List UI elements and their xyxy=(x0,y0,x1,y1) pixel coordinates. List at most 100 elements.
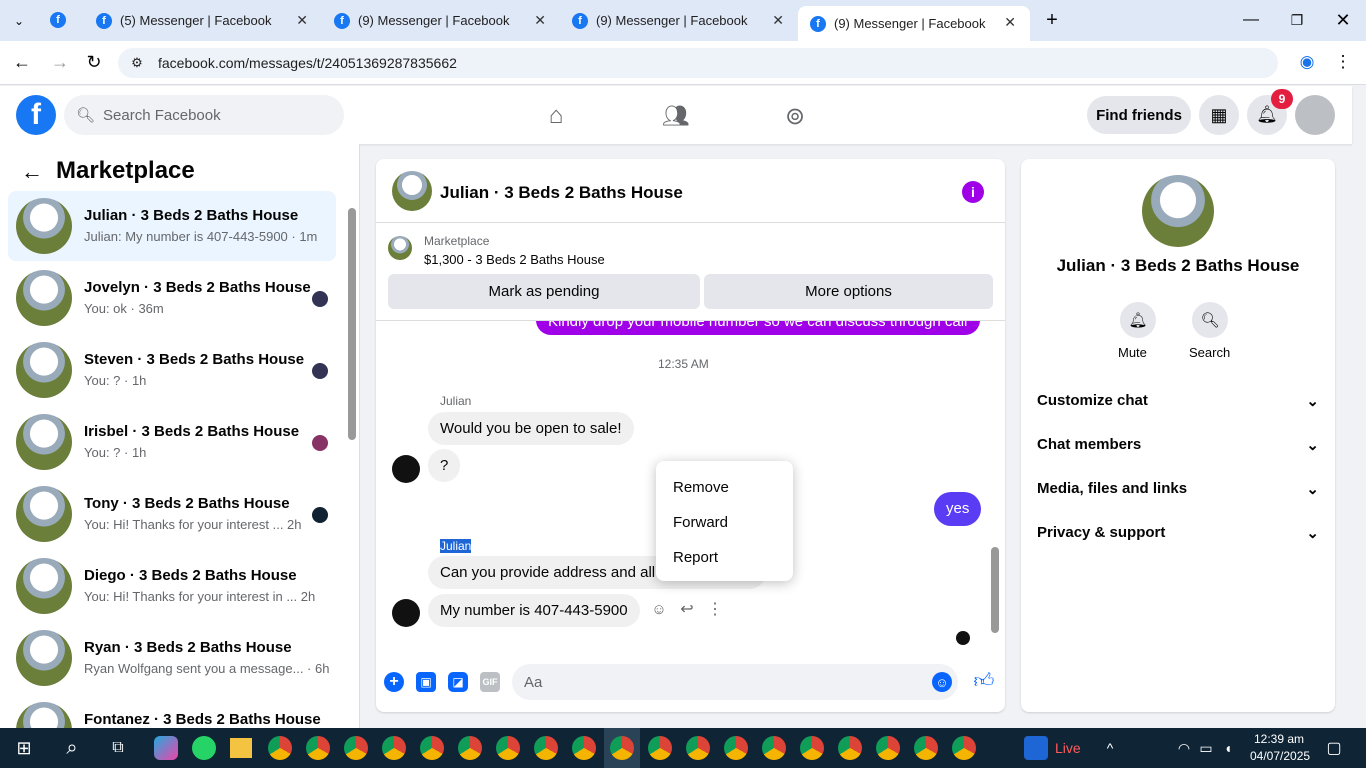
message-composer[interactable]: Aa xyxy=(512,664,958,700)
site-info-icon[interactable]: ⚙ xyxy=(128,54,146,72)
listing-title[interactable]: $1,300 - 3 Beds 2 Baths House xyxy=(424,252,605,267)
back-icon[interactable]: ← xyxy=(10,50,34,74)
close-icon[interactable]: ✕ xyxy=(296,12,308,29)
wifi-icon[interactable]: ◠ xyxy=(1176,738,1192,758)
taskbar-search-icon[interactable]: ⌕ xyxy=(60,736,84,760)
chrome-app-icon[interactable] xyxy=(382,736,406,760)
more-actions-icon[interactable]: ⋮ xyxy=(705,599,725,619)
incoming-message[interactable]: ? xyxy=(428,449,461,482)
search-facebook-input[interactable]: 🔍︎ Search Facebook xyxy=(64,95,344,135)
url-field[interactable]: ⚙ facebook.com/messages/t/240513692878356… xyxy=(118,48,1278,78)
chrome-app-icon[interactable] xyxy=(496,736,520,760)
search-icon[interactable]: 🔍︎ xyxy=(1192,302,1228,338)
facebook-logo[interactable]: f xyxy=(16,95,56,135)
friends-icon[interactable]: 👥︎ xyxy=(660,100,692,132)
chrome-app-icon[interactable] xyxy=(686,736,710,760)
mark-as-pending-button[interactable]: Mark as pending xyxy=(388,274,700,309)
conversation-item[interactable]: Jovelyn · 3 Beds 2 Baths House You: ok · … xyxy=(8,263,336,333)
tab-2[interactable]: f (9) Messenger | Facebook ✕ xyxy=(322,0,560,41)
conversation-item[interactable]: Julian · 3 Beds 2 Baths House Julian: My … xyxy=(8,191,336,261)
chrome-app-icon[interactable] xyxy=(762,736,786,760)
conversation-item[interactable]: Diego · 3 Beds 2 Baths House You: Hi! Tha… xyxy=(8,551,336,621)
chrome-app-icon[interactable] xyxy=(800,736,824,760)
windows-start-icon[interactable]: ⊞ xyxy=(14,738,34,758)
chrome-app-icon[interactable] xyxy=(420,736,444,760)
outgoing-message[interactable]: yes xyxy=(934,492,982,526)
tab-3[interactable]: f (9) Messenger | Facebook ✕ xyxy=(560,0,798,41)
chrome-app-icon[interactable] xyxy=(914,736,938,760)
forward-icon[interactable]: → xyxy=(48,50,72,74)
chrome-app-icon[interactable] xyxy=(572,736,596,760)
conversation-item[interactable]: Steven · 3 Beds 2 Baths House You: ? · 1h xyxy=(8,335,336,405)
minimize-icon[interactable]: — xyxy=(1236,8,1266,32)
file-explorer-icon[interactable] xyxy=(230,738,252,758)
report-menu-item[interactable]: Report xyxy=(673,549,718,566)
chat-title[interactable]: Julian · 3 Beds 2 Baths House xyxy=(440,183,683,203)
like-thumb-icon[interactable]: 👍︎ xyxy=(972,669,996,693)
conversation-item[interactable]: Tony · 3 Beds 2 Baths House You: Hi! Than… xyxy=(8,479,336,549)
battery-icon[interactable]: ▭ xyxy=(1198,738,1214,758)
sidebar-scrollbar[interactable] xyxy=(348,208,356,440)
emoji-icon[interactable]: ☺ xyxy=(932,672,952,692)
privacy-support-section[interactable]: Privacy & support ⌄ xyxy=(1037,524,1319,542)
menu-kebab-icon[interactable]: ⋮ xyxy=(1332,51,1354,73)
tab-1[interactable]: f (5) Messenger | Facebook ✕ xyxy=(84,0,322,41)
add-icon[interactable]: + xyxy=(384,672,404,692)
sticker-icon[interactable]: ◪ xyxy=(448,672,468,692)
chrome-app-icon[interactable] xyxy=(458,736,482,760)
whatsapp-icon[interactable] xyxy=(192,736,216,760)
clock-date[interactable]: 04/07/2025 xyxy=(1250,749,1310,763)
mute-bell-icon[interactable]: 🔔︎ xyxy=(1120,302,1156,338)
groups-icon[interactable]: ⊚ xyxy=(779,100,811,132)
notification-center-icon[interactable]: ▢ xyxy=(1324,738,1344,758)
tab-search-icon[interactable]: ⌄ xyxy=(6,8,32,34)
info-icon[interactable]: i xyxy=(962,181,984,203)
forward-menu-item[interactable]: Forward xyxy=(673,514,728,531)
media-files-section[interactable]: Media, files and links ⌄ xyxy=(1037,480,1319,498)
reply-icon[interactable]: ↩ xyxy=(677,599,697,619)
back-arrow-icon[interactable]: ← xyxy=(18,158,46,186)
chrome-app-icon[interactable] xyxy=(268,736,292,760)
profile-icon[interactable]: ◉ xyxy=(1296,51,1318,73)
live-label[interactable]: Live xyxy=(1055,740,1081,756)
copilot-icon[interactable] xyxy=(154,736,178,760)
chrome-app-icon[interactable] xyxy=(306,736,330,760)
chrome-app-icon[interactable] xyxy=(838,736,862,760)
chat-scrollbar[interactable] xyxy=(991,547,999,633)
conversation-item[interactable]: Ryan · 3 Beds 2 Baths House Ryan Wolfgang… xyxy=(8,623,336,693)
conversation-item[interactable]: Fontanez · 3 Beds 2 Baths House xyxy=(8,695,336,728)
close-icon[interactable]: ✕ xyxy=(1004,14,1016,31)
chrome-app-icon[interactable] xyxy=(876,736,900,760)
chrome-app-icon[interactable] xyxy=(610,736,634,760)
live-weather-icon[interactable] xyxy=(1024,736,1048,760)
react-emoji-icon[interactable]: ☺ xyxy=(649,599,669,619)
gif-icon[interactable]: GIF xyxy=(480,672,500,692)
conversation-item[interactable]: Irisbel · 3 Beds 2 Baths House You: ? · 1… xyxy=(8,407,336,477)
outgoing-message[interactable]: Kindly drop your mobile number so we can… xyxy=(536,321,980,335)
profile-avatar[interactable] xyxy=(1142,175,1214,247)
incoming-message[interactable]: Would you be open to sale! xyxy=(428,412,634,445)
chrome-app-icon[interactable] xyxy=(344,736,368,760)
find-friends-button[interactable]: Find friends xyxy=(1087,96,1191,134)
account-avatar[interactable] xyxy=(1295,95,1335,135)
close-icon[interactable]: ✕ xyxy=(772,12,784,29)
volume-icon[interactable]: ◖ xyxy=(1220,738,1236,758)
tab-4-active[interactable]: f (9) Messenger | Facebook ✕ xyxy=(798,6,1030,41)
customize-chat-section[interactable]: Customize chat ⌄ xyxy=(1037,392,1319,410)
menu-grid-icon[interactable]: ▦ xyxy=(1199,95,1239,135)
reload-icon[interactable]: ↻ xyxy=(82,50,106,74)
chat-avatar[interactable] xyxy=(392,171,432,211)
chrome-app-icon[interactable] xyxy=(648,736,672,760)
restore-icon[interactable]: ❐ xyxy=(1282,8,1312,32)
chrome-app-icon[interactable] xyxy=(534,736,558,760)
task-view-icon[interactable]: ⧉ xyxy=(108,738,128,758)
home-icon[interactable]: ⌂ xyxy=(540,100,572,132)
incoming-message[interactable]: My number is 407-443-5900 xyxy=(428,594,640,627)
window-close-icon[interactable]: ✕ xyxy=(1328,8,1358,32)
clock-time[interactable]: 12:39 am xyxy=(1254,732,1304,746)
new-tab-icon[interactable]: + xyxy=(1040,8,1064,32)
more-options-button[interactable]: More options xyxy=(704,274,993,309)
chrome-app-icon[interactable] xyxy=(952,736,976,760)
chat-members-section[interactable]: Chat members ⌄ xyxy=(1037,436,1319,454)
chrome-app-icon[interactable] xyxy=(724,736,748,760)
